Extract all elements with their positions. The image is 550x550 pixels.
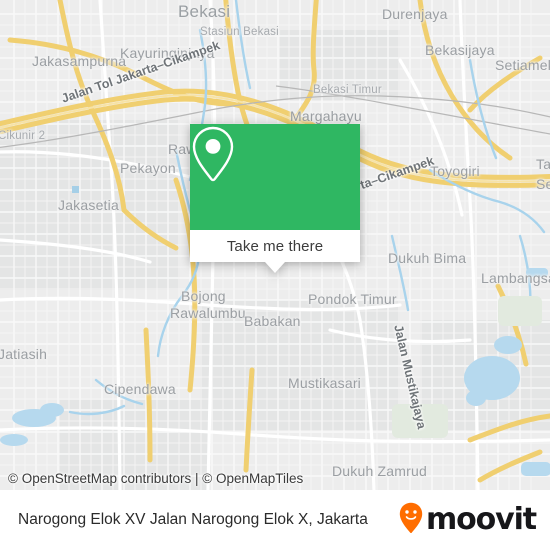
attribution-text: © OpenStreetMap contributors | © OpenMap…: [8, 470, 304, 486]
moovit-logo[interactable]: moovit: [399, 502, 537, 539]
map-attribution: © OpenStreetMap contributors | © OpenMap…: [0, 466, 550, 490]
moovit-wordmark: moovit: [425, 502, 537, 537]
take-me-there-label: Take me there: [226, 237, 324, 255]
map-screenshot-page: Bekasi Durenjaya Stasiun Bekasi Jakasampurn…: [0, 0, 550, 550]
footer-bar: Narogong Elok XV Jalan Narogong Elok X, …: [0, 490, 550, 550]
page-title: Narogong Elok XV Jalan Narogong Elok X, …: [18, 511, 368, 528]
popup-image-header: [190, 124, 360, 230]
popup-pointer-tip: [265, 262, 285, 273]
location-popup-card[interactable]: Take me there: [190, 124, 360, 273]
take-me-there-button[interactable]: Take me there: [190, 230, 360, 262]
map-canvas[interactable]: Bekasi Durenjaya Stasiun Bekasi Jakasampurn…: [0, 0, 550, 490]
moovit-smiley-pin-icon: [399, 502, 423, 539]
